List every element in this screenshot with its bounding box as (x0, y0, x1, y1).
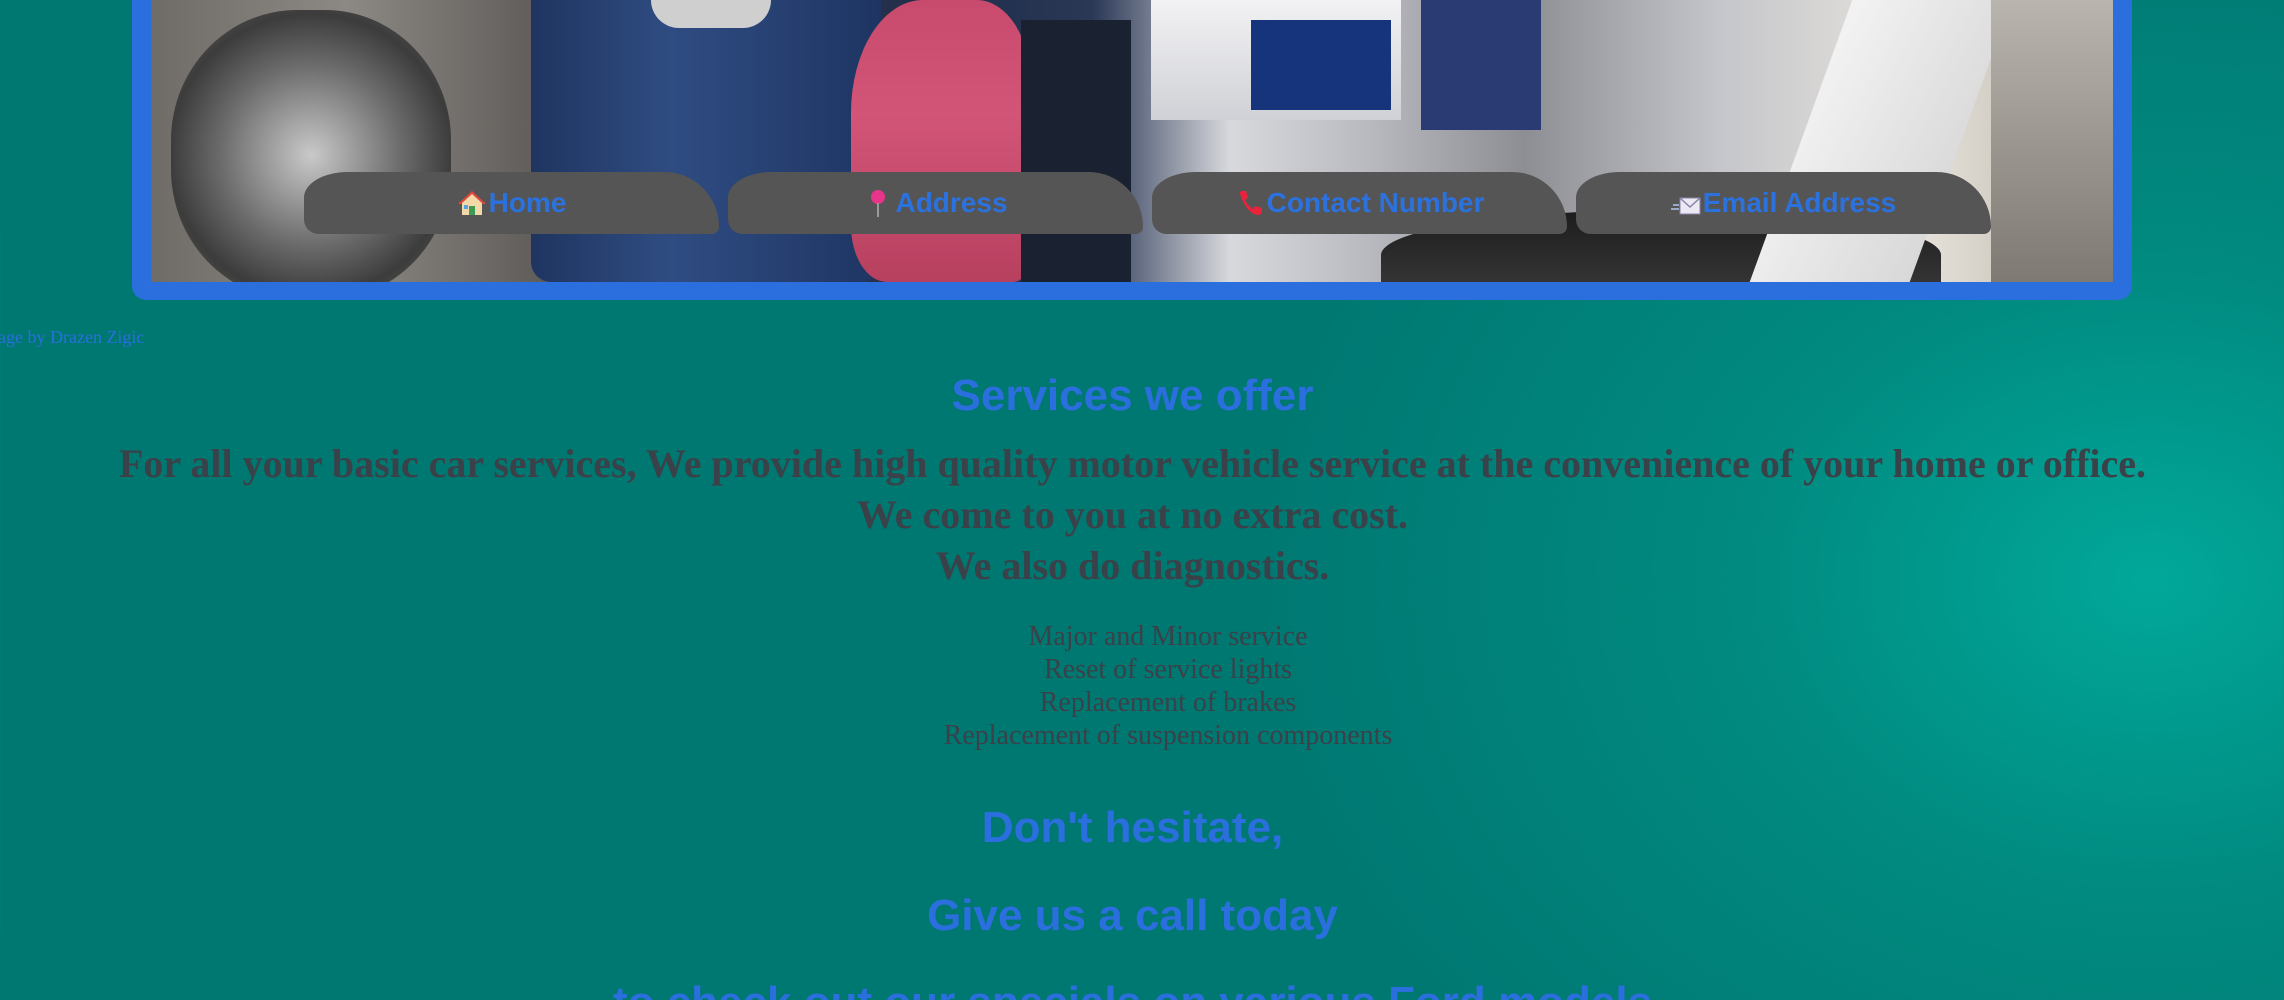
phone-icon (1235, 188, 1265, 218)
nav-home-button[interactable]: Home (304, 172, 719, 234)
intro-line-3: We also do diagnostics. (935, 543, 1330, 588)
pin-icon (863, 188, 893, 218)
list-item: Major and Minor service (1028, 621, 1308, 652)
intro-line-1: For all your basic car services, We prov… (118, 441, 2147, 486)
intro-line-2: We come to you at no extra cost. (857, 492, 1408, 537)
services-list: Major and Minor service Reset of service… (0, 620, 2284, 752)
nav-home-label: Home (488, 187, 567, 218)
cta-heading-1: Don't hesitate, (981, 803, 1284, 852)
envelope-icon (1670, 188, 1701, 218)
services-intro: For all your basic car services, We prov… (0, 438, 2265, 591)
hero-banner: Home Address Contact Number Email Addres… (132, 0, 2132, 300)
list-item: Reset of service lights (1043, 654, 1293, 685)
cta-heading-2: Give us a call today (927, 891, 1338, 940)
nav-address-button[interactable]: Address (728, 172, 1143, 234)
list-item: Replacement of brakes (1039, 687, 1297, 718)
nav-address-label: Address (895, 187, 1008, 218)
list-item: Replacement of suspension components (943, 720, 1393, 751)
nav-contact-label: Contact Number (1266, 187, 1485, 218)
nav-contact-button[interactable]: Contact Number (1152, 172, 1567, 234)
nav-email-label: Email Address (1702, 187, 1897, 218)
cta-heading-3: to check out our specials on various For… (0, 978, 2265, 1000)
services-title: Services we offer (951, 371, 1314, 420)
house-icon (457, 188, 487, 218)
nav-email-button[interactable]: Email Address (1576, 172, 1991, 234)
image-credit-link[interactable]: age by Drazen Zigic (0, 327, 144, 348)
hero-image-mechanic: Home Address Contact Number Email Addres… (151, 0, 2113, 282)
